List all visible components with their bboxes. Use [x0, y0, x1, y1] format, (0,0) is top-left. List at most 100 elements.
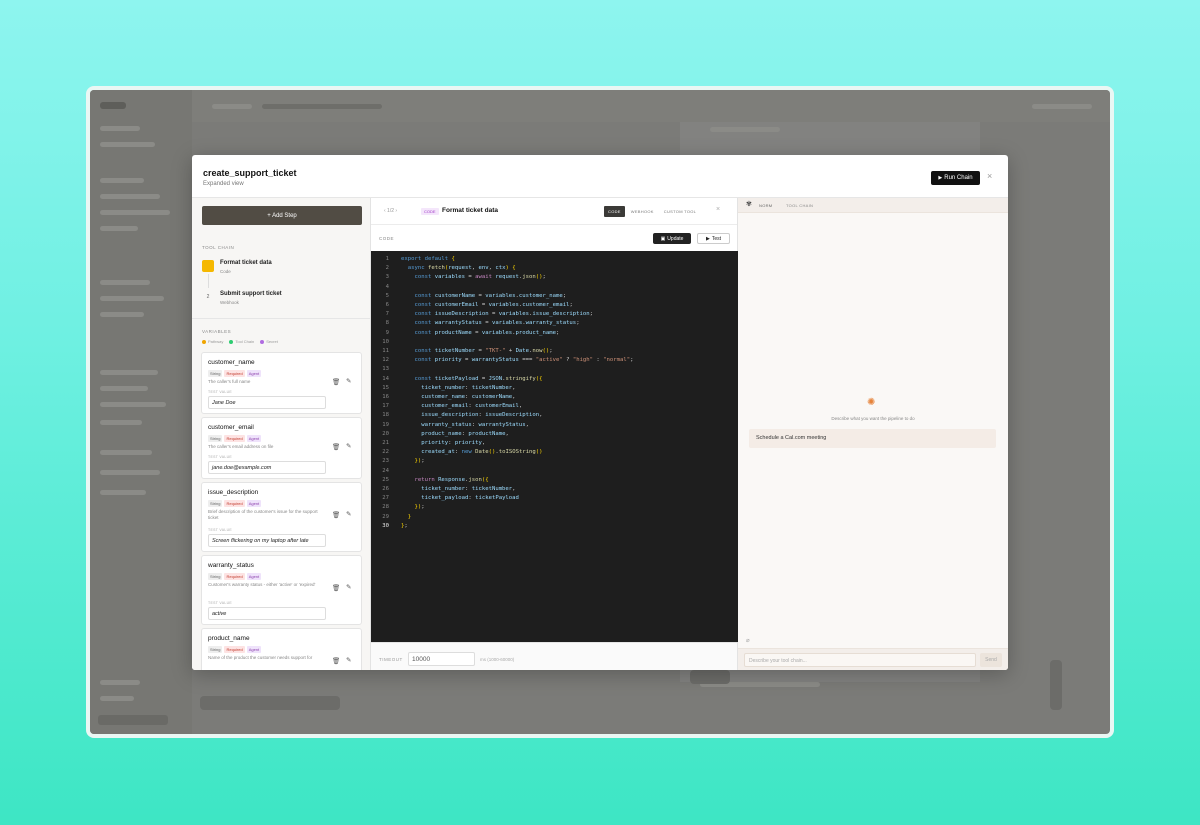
modal-close-icon[interactable]: × [987, 172, 992, 181]
timeout-label: TIMEOUT [379, 657, 403, 662]
legend-pathway: Pathway [202, 339, 223, 344]
code-line[interactable]: 14 const ticketPayload = JSON.stringify(… [371, 375, 738, 384]
edit-icon[interactable]: ✎ [346, 584, 351, 592]
edit-icon[interactable]: ✎ [346, 378, 351, 386]
code-line[interactable]: 3 const variables = await request.json()… [371, 273, 738, 282]
code-line[interactable]: 20 product_name: productName, [371, 430, 738, 439]
code-line[interactable]: 10 [371, 338, 738, 347]
code-line[interactable]: 4 [371, 283, 738, 292]
run-chain-button[interactable]: ▶ Run Chain [931, 171, 980, 185]
assistant-input[interactable]: Describe your tool chain... [744, 653, 976, 667]
legend-tool-chain: Tool Chain [229, 339, 254, 344]
code-line[interactable]: 25 return Response.json({ [371, 476, 738, 485]
code-line[interactable]: 7 const issueDescription = variables.iss… [371, 310, 738, 319]
step-pager[interactable]: ‹ 1/2 › [384, 208, 397, 214]
variable-legend: Pathway Tool Chain Secret [202, 339, 278, 344]
code-line[interactable]: 5 const customerName = variables.custome… [371, 292, 738, 301]
code-text: customer_email: customerEmail, [421, 403, 523, 410]
update-button[interactable]: ▣ Update [653, 233, 691, 244]
step-close-icon[interactable]: × [716, 206, 720, 213]
edit-icon[interactable]: ✎ [346, 657, 351, 665]
test-button[interactable]: ▶ Test [697, 233, 730, 244]
add-step-button[interactable]: + Add Step [202, 206, 362, 225]
code-line[interactable]: 1 export default { [371, 255, 738, 264]
trash-icon[interactable]: 🗑 [332, 658, 340, 666]
code-editor[interactable]: 1 export default {2 async fetch(request, … [371, 251, 738, 642]
code-line[interactable]: 18 issue_description: issueDescription, [371, 411, 738, 420]
code-line[interactable]: 16 customer_name: customerName, [371, 393, 738, 402]
code-line[interactable]: 11 const ticketNumber = "TKT-" + Date.no… [371, 347, 738, 356]
suggestion-chip[interactable]: Schedule a Cal.com meeting [749, 429, 996, 448]
code-text: issue_description: issueDescription, [421, 412, 543, 419]
step-type: Code [220, 269, 231, 274]
test-value-input[interactable]: Jane Doe [208, 396, 326, 409]
test-value-input[interactable]: active [208, 607, 326, 620]
send-button[interactable]: Send [980, 653, 1002, 667]
tag-agent: Agent [246, 573, 262, 580]
background-topbar [192, 90, 1110, 122]
tab-code[interactable]: CODE [604, 206, 625, 217]
line-number: 26 [382, 486, 389, 492]
trash-icon[interactable]: 🗑 [332, 512, 340, 520]
code-line[interactable]: 22 created_at: new Date().toISOString() [371, 448, 738, 457]
code-line[interactable]: 24 [371, 467, 738, 476]
code-line[interactable]: 29 } [371, 513, 738, 522]
code-text: }; [401, 522, 408, 529]
chain-step-submit-support-ticket[interactable]: 2 Submit support ticket Webhook [202, 289, 362, 315]
code-line[interactable]: 2 async fetch(request, env, ctx) { [371, 264, 738, 273]
trash-icon[interactable]: 🗑 [332, 379, 340, 387]
variable-tags: String Required Agent [208, 500, 262, 507]
code-line[interactable]: 30}; [371, 522, 738, 531]
edit-icon[interactable]: ✎ [346, 443, 351, 451]
code-text: const productName = variables.product_na… [414, 329, 560, 336]
line-number: 7 [385, 311, 389, 318]
variable-card[interactable]: issue_description String Required Agent … [201, 482, 362, 552]
step-number-badge: 2 [206, 294, 210, 300]
code-line[interactable]: 27 ticket_payload: ticketPayload [371, 494, 738, 503]
code-text: const ticketPayload = JSON.stringify({ [414, 375, 543, 382]
tab-webhook[interactable]: WEBHOOK [627, 206, 658, 217]
test-label: Test [711, 235, 722, 242]
code-line[interactable]: 17 customer_email: customerEmail, [371, 402, 738, 411]
code-text: async fetch(request, env, ctx) { [407, 265, 516, 272]
code-line[interactable]: 13 [371, 365, 738, 374]
code-line[interactable]: 19 warranty_status: warrantyStatus, [371, 421, 738, 430]
variable-name: customer_name [208, 359, 255, 366]
code-line[interactable]: 8 const warrantyStatus = variables.warra… [371, 319, 738, 328]
test-value-input[interactable]: Screen flickering on my laptop after lat… [208, 534, 326, 547]
tool-chain-label: TOOL CHAIN [202, 245, 235, 250]
trash-icon[interactable]: 🗑 [332, 585, 340, 593]
attachment-icon[interactable]: ⌀ [746, 638, 750, 644]
code-line[interactable]: 15 ticket_number: ticketNumber, [371, 384, 738, 393]
tab-custom-tool[interactable]: CUSTOM TOOL [660, 206, 700, 217]
code-line[interactable]: 28 }); [371, 503, 738, 512]
variable-name: customer_email [208, 424, 254, 431]
code-line[interactable]: 6 const customerEmail = variables.custom… [371, 301, 738, 310]
code-text: return Response.json({ [414, 476, 489, 483]
variable-card[interactable]: product_name String Required Agent Name … [201, 628, 362, 670]
variable-card[interactable]: customer_email String Required Agent The… [201, 417, 362, 479]
code-line[interactable]: 23 }); [371, 457, 738, 466]
tag-string: String [208, 646, 223, 653]
code-line[interactable]: 9 const productName = variables.product_… [371, 329, 738, 338]
edit-icon[interactable]: ✎ [346, 511, 351, 519]
timeout-input[interactable]: 10000 [408, 652, 475, 666]
test-value-input[interactable]: jane.doe@example.com [208, 461, 326, 474]
breadcrumb-norm[interactable]: NORM [759, 203, 772, 208]
step-title: Format ticket data [220, 260, 272, 266]
code-line[interactable]: 21 priority: priority, [371, 439, 738, 448]
line-number: 20 [382, 430, 389, 437]
variable-name: warranty_status [208, 562, 254, 569]
variable-card[interactable]: warranty_status String Required Agent Cu… [201, 555, 362, 625]
code-line[interactable]: 12 const priority = warrantyStatus === "… [371, 356, 738, 365]
code-text: priority: priority, [421, 440, 486, 446]
line-number: 11 [382, 348, 389, 354]
test-value-label: TEST VALUE [208, 601, 233, 605]
line-number: 27 [382, 495, 389, 502]
variable-description: The caller's full name [208, 379, 251, 384]
code-line[interactable]: 26 ticket_number: ticketNumber, [371, 485, 738, 494]
variable-card[interactable]: customer_name String Required Agent The … [201, 352, 362, 414]
breadcrumb-tool-chain[interactable]: TOOL CHAIN [786, 203, 813, 208]
chain-step-format-ticket-data[interactable]: 1 Format ticket data Code [202, 258, 362, 284]
trash-icon[interactable]: 🗑 [332, 444, 340, 452]
